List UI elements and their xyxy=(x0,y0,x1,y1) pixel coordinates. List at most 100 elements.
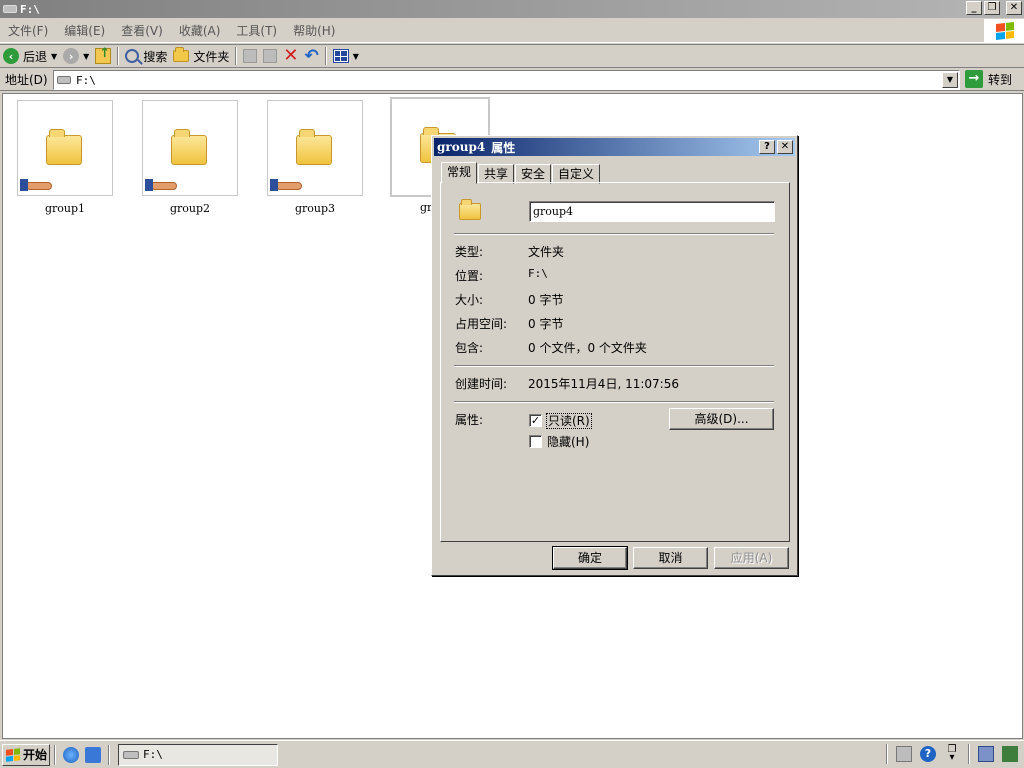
folder-name: group1 xyxy=(44,202,86,215)
copy-to-button[interactable] xyxy=(260,45,280,67)
browser-quicklaunch-icon[interactable] xyxy=(85,746,101,763)
address-value: F:\ xyxy=(76,73,96,87)
internet-explorer-icon[interactable] xyxy=(63,746,79,763)
drive-icon xyxy=(3,5,17,13)
undo-button[interactable]: ↶ xyxy=(301,45,321,67)
help-button[interactable]: ? xyxy=(759,140,775,154)
views-button[interactable]: ▼ xyxy=(330,45,362,67)
advanced-button[interactable]: 高级(D)... xyxy=(669,408,774,430)
back-dropdown-icon[interactable]: ▼ xyxy=(51,52,57,61)
created-label: 创建时间: xyxy=(455,377,508,391)
hidden-checkbox[interactable] xyxy=(529,435,542,448)
folder-icon xyxy=(171,129,207,165)
folder-up-icon xyxy=(95,46,112,64)
printer-icon[interactable] xyxy=(896,746,912,762)
network-icon[interactable] xyxy=(978,746,994,762)
folder-item-group2[interactable]: group2 xyxy=(142,100,238,215)
go-label: 转到 xyxy=(988,72,1013,87)
toolbar-separator xyxy=(324,47,327,65)
ok-button[interactable]: 确定 xyxy=(552,546,628,570)
taskbar-window-item[interactable]: F:\ xyxy=(118,743,278,766)
drive-icon xyxy=(123,750,139,759)
contains-label: 包含: xyxy=(455,341,484,355)
restore-button[interactable]: ❐ xyxy=(984,1,1000,15)
minimize-button[interactable]: _ xyxy=(966,1,982,15)
help-icon[interactable]: ? xyxy=(920,746,936,762)
delete-button[interactable]: ✕ xyxy=(280,45,301,67)
undo-icon: ↶ xyxy=(304,45,319,66)
dialog-tabs: 常规 共享 安全 自定义 xyxy=(441,162,601,184)
window-title-bar[interactable]: F:\ _ ❐ ✕ xyxy=(0,0,1024,18)
menu-file[interactable]: 文件(F) xyxy=(0,22,56,39)
toolbar-separator xyxy=(235,47,238,65)
close-button[interactable]: ✕ xyxy=(1006,1,1022,15)
up-button[interactable] xyxy=(92,45,114,67)
folder-name: group3 xyxy=(294,202,336,215)
tab-general[interactable]: 常规 xyxy=(441,162,478,184)
readonly-label[interactable]: 只读(R) xyxy=(546,412,592,429)
search-icon xyxy=(125,49,140,63)
tab-customize[interactable]: 自定义 xyxy=(552,164,601,184)
back-button[interactable]: ‹ 后退 ▼ xyxy=(0,45,60,67)
forward-dropdown-icon[interactable]: ▼ xyxy=(83,52,89,61)
dialog-close-button[interactable]: ✕ xyxy=(777,140,793,154)
tab-security[interactable]: 安全 xyxy=(515,164,552,184)
shared-hand-icon xyxy=(20,179,56,191)
divider xyxy=(454,233,774,235)
taskbar-separator xyxy=(108,744,110,765)
location-value: F:\ xyxy=(528,267,548,280)
folders-button[interactable]: 文件夹 xyxy=(170,45,232,67)
attributes-label: 属性: xyxy=(455,413,484,427)
folders-label: 文件夹 xyxy=(193,49,230,64)
standard-toolbar: ‹ 后退 ▼ › ▼ 搜索 文件夹 ✕ ↶ ▼ xyxy=(0,44,1024,68)
divider xyxy=(454,401,774,403)
hidden-label[interactable]: 隐藏(H) xyxy=(547,433,589,450)
menu-edit[interactable]: 编辑(E) xyxy=(56,22,113,39)
search-button[interactable]: 搜索 xyxy=(122,45,170,67)
folder-thumbnail xyxy=(17,100,113,196)
cancel-button[interactable]: 取消 xyxy=(633,547,708,569)
menu-view[interactable]: 查看(V) xyxy=(113,22,171,39)
created-value: 2015年11月4日, 11:07:56 xyxy=(528,377,679,391)
dialog-title-name: group4 xyxy=(437,140,486,154)
folder-thumbnail xyxy=(142,100,238,196)
forward-arrow-icon: › xyxy=(63,48,80,64)
menu-tools[interactable]: 工具(T) xyxy=(228,22,285,39)
taskbar: 开始 F:\ ? ❐ ▾ xyxy=(0,740,1024,768)
type-label: 类型: xyxy=(455,245,484,259)
tab-sharing[interactable]: 共享 xyxy=(478,164,515,184)
forward-button[interactable]: › ▼ xyxy=(60,45,92,67)
menu-favorites[interactable]: 收藏(A) xyxy=(171,22,229,39)
folder-icon xyxy=(46,129,82,165)
go-arrow-icon: → xyxy=(965,70,983,88)
folder-name-input[interactable]: group4 xyxy=(529,201,775,222)
readonly-checkbox[interactable]: ✓ xyxy=(529,414,542,427)
folder-item-group3[interactable]: group3 xyxy=(267,100,363,215)
menu-bar: 文件(F) 编辑(E) 查看(V) 收藏(A) 工具(T) 帮助(H) xyxy=(0,19,1024,43)
readonly-label-text: 只读(R) xyxy=(546,413,592,429)
general-tab-panel: group4 类型: 文件夹 位置: F:\ 大小: 0 字节 占用空间: 0 … xyxy=(440,182,790,542)
window-controls: _ ❐ ✕ xyxy=(966,1,1022,15)
views-dropdown-icon[interactable]: ▼ xyxy=(353,52,359,61)
start-button[interactable]: 开始 xyxy=(2,743,50,766)
delete-icon: ✕ xyxy=(283,45,299,66)
back-arrow-icon: ‹ xyxy=(3,48,19,64)
security-icon[interactable] xyxy=(1002,746,1018,762)
move-to-button[interactable] xyxy=(240,45,260,67)
address-input[interactable]: F:\ ▼ xyxy=(53,70,960,90)
show-desktop-icon[interactable]: ❐ ▾ xyxy=(944,745,960,763)
toolbar-separator xyxy=(117,47,120,65)
apply-button[interactable]: 应用(A) xyxy=(714,547,789,569)
dialog-title-bar[interactable]: group4 属性 ? ✕ xyxy=(434,138,795,156)
start-label: 开始 xyxy=(23,748,48,762)
address-dropdown-icon[interactable]: ▼ xyxy=(942,72,958,88)
folder-item-group1[interactable]: group1 xyxy=(17,100,113,215)
size-value: 0 字节 xyxy=(528,293,564,307)
menu-help[interactable]: 帮助(H) xyxy=(285,22,343,39)
taskbar-window-title: F:\ xyxy=(143,748,163,761)
folder-thumbnail xyxy=(267,100,363,196)
move-to-icon xyxy=(243,49,258,63)
folder-name: group2 xyxy=(169,202,211,215)
go-button[interactable]: → 转到 xyxy=(965,70,1012,88)
shared-hand-icon xyxy=(145,179,181,191)
